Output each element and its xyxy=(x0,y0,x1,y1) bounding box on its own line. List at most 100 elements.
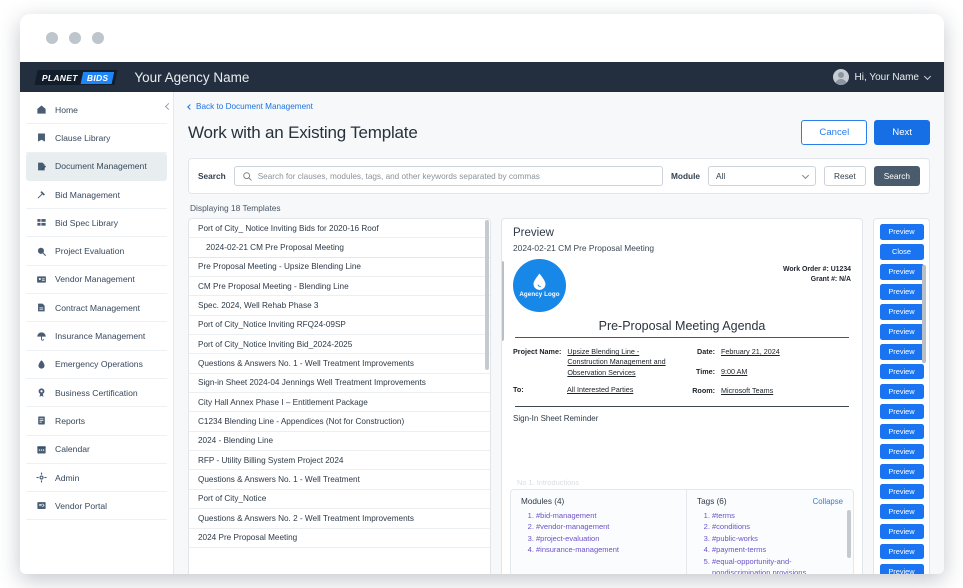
template-list-item[interactable]: Pre Proposal Meeting - Upsize Blending L… xyxy=(189,258,490,277)
magnifier-icon xyxy=(36,246,47,257)
field-label: Room: xyxy=(681,386,715,396)
sidebar-item-contract-management[interactable]: Contract Management xyxy=(26,294,167,322)
template-list-item[interactable]: RFP - Utility Billing System Project 202… xyxy=(189,451,490,470)
preview-button[interactable]: Preview xyxy=(880,264,924,280)
template-list-item[interactable]: Sign-in Sheet 2024-04 Jennings Well Trea… xyxy=(189,374,490,393)
preview-button[interactable]: Preview xyxy=(880,384,924,400)
sidebar-item-vendor-portal[interactable]: Vendor Portal xyxy=(26,492,167,520)
umbrella-icon xyxy=(36,331,47,342)
preview-button[interactable]: Preview xyxy=(880,444,924,460)
template-list-item[interactable]: Port of City_Notice Inviting RFQ24-09SP xyxy=(189,316,490,335)
page-title-row: Work with an Existing Template Cancel Ne… xyxy=(188,120,930,145)
sidebar-item-label: Emergency Operations xyxy=(55,359,143,369)
sidebar-item-label: Bid Management xyxy=(55,190,120,200)
template-list-item[interactable]: C1234 Blending Line - Appendices (Not fo… xyxy=(189,412,490,431)
reset-button[interactable]: Reset xyxy=(824,166,866,186)
document-divider-2 xyxy=(515,406,849,407)
user-menu[interactable]: Hi, Your Name xyxy=(833,62,930,92)
template-name: Port of City_Notice xyxy=(198,494,266,503)
sidebar-item-admin[interactable]: Admin xyxy=(26,464,167,492)
window-maximize-dot[interactable] xyxy=(92,32,104,44)
template-list-item[interactable]: 2024-02-21 CM Pre Proposal Meeting xyxy=(189,238,490,257)
preview-button[interactable]: Preview xyxy=(880,224,924,240)
template-list-item[interactable]: 2024 - Blending Line xyxy=(189,432,490,451)
template-list-item[interactable]: Port of City_Notice Inviting Bid_2024-20… xyxy=(189,335,490,354)
document-title: Pre-Proposal Meeting Agenda xyxy=(513,319,851,337)
template-list-item[interactable]: Questions & Answers No. 2 - Well Treatme… xyxy=(189,509,490,528)
document-fields-right: Date: February 21, 2024 Time: 9:00 AM Ro… xyxy=(681,347,780,404)
preview-button[interactable]: Preview xyxy=(880,324,924,340)
sidebar-item-insurance-management[interactable]: Insurance Management xyxy=(26,322,167,350)
sidebar-item-bid-spec-library[interactable]: Bid Spec Library xyxy=(26,209,167,237)
preview-header: Preview 2024-02-21 CM Pre Proposal Meeti… xyxy=(502,219,862,253)
preview-button[interactable]: Preview xyxy=(880,464,924,480)
sidebar-item-business-certification[interactable]: Business Certification xyxy=(26,379,167,407)
template-list-item[interactable]: Port of City_Notice xyxy=(189,490,490,509)
cancel-button[interactable]: Cancel xyxy=(801,120,867,145)
sidebar-item-reports[interactable]: Reports xyxy=(26,407,167,435)
search-input[interactable]: Search for clauses, modules, tags, and o… xyxy=(234,166,663,186)
sidebar-collapse-button[interactable] xyxy=(160,99,174,113)
book-icon xyxy=(36,132,47,143)
template-list-item[interactable]: CM Pre Proposal Meeting - Blending Line xyxy=(189,277,490,296)
sidebar-item-label: Contract Management xyxy=(55,303,140,313)
template-list-item[interactable]: Spec. 2024, Well Rehab Phase 3 xyxy=(189,296,490,315)
gear-icon xyxy=(36,472,47,483)
preview-heading: Preview xyxy=(513,227,851,239)
sidebar-item-vendor-management[interactable]: Vendor Management xyxy=(26,266,167,294)
preview-button[interactable]: Preview xyxy=(880,564,924,574)
page-actions: Cancel Next xyxy=(801,120,930,145)
preview-button[interactable]: Preview xyxy=(880,304,924,320)
sidebar-item-clause-library[interactable]: Clause Library xyxy=(26,124,167,152)
planetbids-logo[interactable]: PLANET BIDS xyxy=(34,70,118,85)
row-actions-scrollbar[interactable] xyxy=(922,265,927,363)
template-list-item[interactable]: Questions & Answers No. 1 - Well Treatme… xyxy=(189,470,490,489)
close-button[interactable]: Close xyxy=(880,244,924,260)
preview-button[interactable]: Preview xyxy=(880,364,924,380)
modules-column: Modules (4) #bid-management#vendor-manag… xyxy=(511,490,687,574)
sidebar-item-label: Vendor Management xyxy=(55,274,135,284)
sidebar-item-project-evaluation[interactable]: Project Evaluation xyxy=(26,237,167,265)
preview-button[interactable]: Preview xyxy=(880,484,924,500)
template-list[interactable]: Port of City_ Notice Inviting Bids for 2… xyxy=(189,219,490,574)
template-list-item[interactable]: Questions & Answers No. 1 - Well Treatme… xyxy=(189,354,490,373)
template-list-item[interactable]: 2024 Pre Proposal Meeting xyxy=(189,529,490,548)
preview-button[interactable]: Preview xyxy=(880,544,924,560)
sidebar-item-document-management[interactable]: Document Management xyxy=(26,153,167,181)
preview-button[interactable]: Preview xyxy=(880,524,924,540)
logo-bids-text: BIDS xyxy=(81,71,115,83)
sidebar-item-label: Reports xyxy=(55,416,85,426)
list-item: #equal-opportunity-and-nondiscrimination… xyxy=(712,556,843,574)
tags-scrollbar[interactable] xyxy=(847,510,851,558)
preview-scrollbar-left[interactable] xyxy=(501,261,504,341)
main-content: Back to Document Management Work with an… xyxy=(174,92,944,574)
template-list-item[interactable]: City Hall Annex Phase I – Entitlement Pa… xyxy=(189,393,490,412)
sidebar-item-home[interactable]: Home xyxy=(26,96,167,124)
preview-button[interactable]: Preview xyxy=(880,344,924,360)
preview-button[interactable]: Preview xyxy=(880,424,924,440)
next-button[interactable]: Next xyxy=(874,120,930,145)
window-minimize-dot[interactable] xyxy=(69,32,81,44)
template-list-item[interactable]: Port of City_ Notice Inviting Bids for 2… xyxy=(189,219,490,238)
list-item: #vendor-management xyxy=(536,521,676,532)
search-label: Search xyxy=(198,171,226,181)
breadcrumb[interactable]: Back to Document Management xyxy=(188,102,930,111)
preview-button[interactable]: Preview xyxy=(880,504,924,520)
collapse-link[interactable]: Collapse xyxy=(813,497,843,506)
sidebar-item-calendar[interactable]: Calendar xyxy=(26,436,167,464)
search-button[interactable]: Search xyxy=(874,166,920,186)
chevron-down-icon xyxy=(802,171,809,178)
sidebar-item-emergency-operations[interactable]: Emergency Operations xyxy=(26,351,167,379)
id-card-icon xyxy=(36,274,47,285)
module-select[interactable]: All xyxy=(708,166,816,186)
preview-button[interactable]: Preview xyxy=(880,404,924,420)
water-drop-icon xyxy=(532,273,547,290)
template-list-scrollbar[interactable] xyxy=(485,220,489,370)
field-time: Time: 9:00 AM xyxy=(681,367,780,377)
document-fields: Project Name: Upsize Blending Line - Con… xyxy=(513,347,851,404)
avatar xyxy=(833,69,849,85)
window-close-dot[interactable] xyxy=(46,32,58,44)
field-label: Project Name: xyxy=(513,347,561,378)
preview-button[interactable]: Preview xyxy=(880,284,924,300)
sidebar-item-bid-management[interactable]: Bid Management xyxy=(26,181,167,209)
